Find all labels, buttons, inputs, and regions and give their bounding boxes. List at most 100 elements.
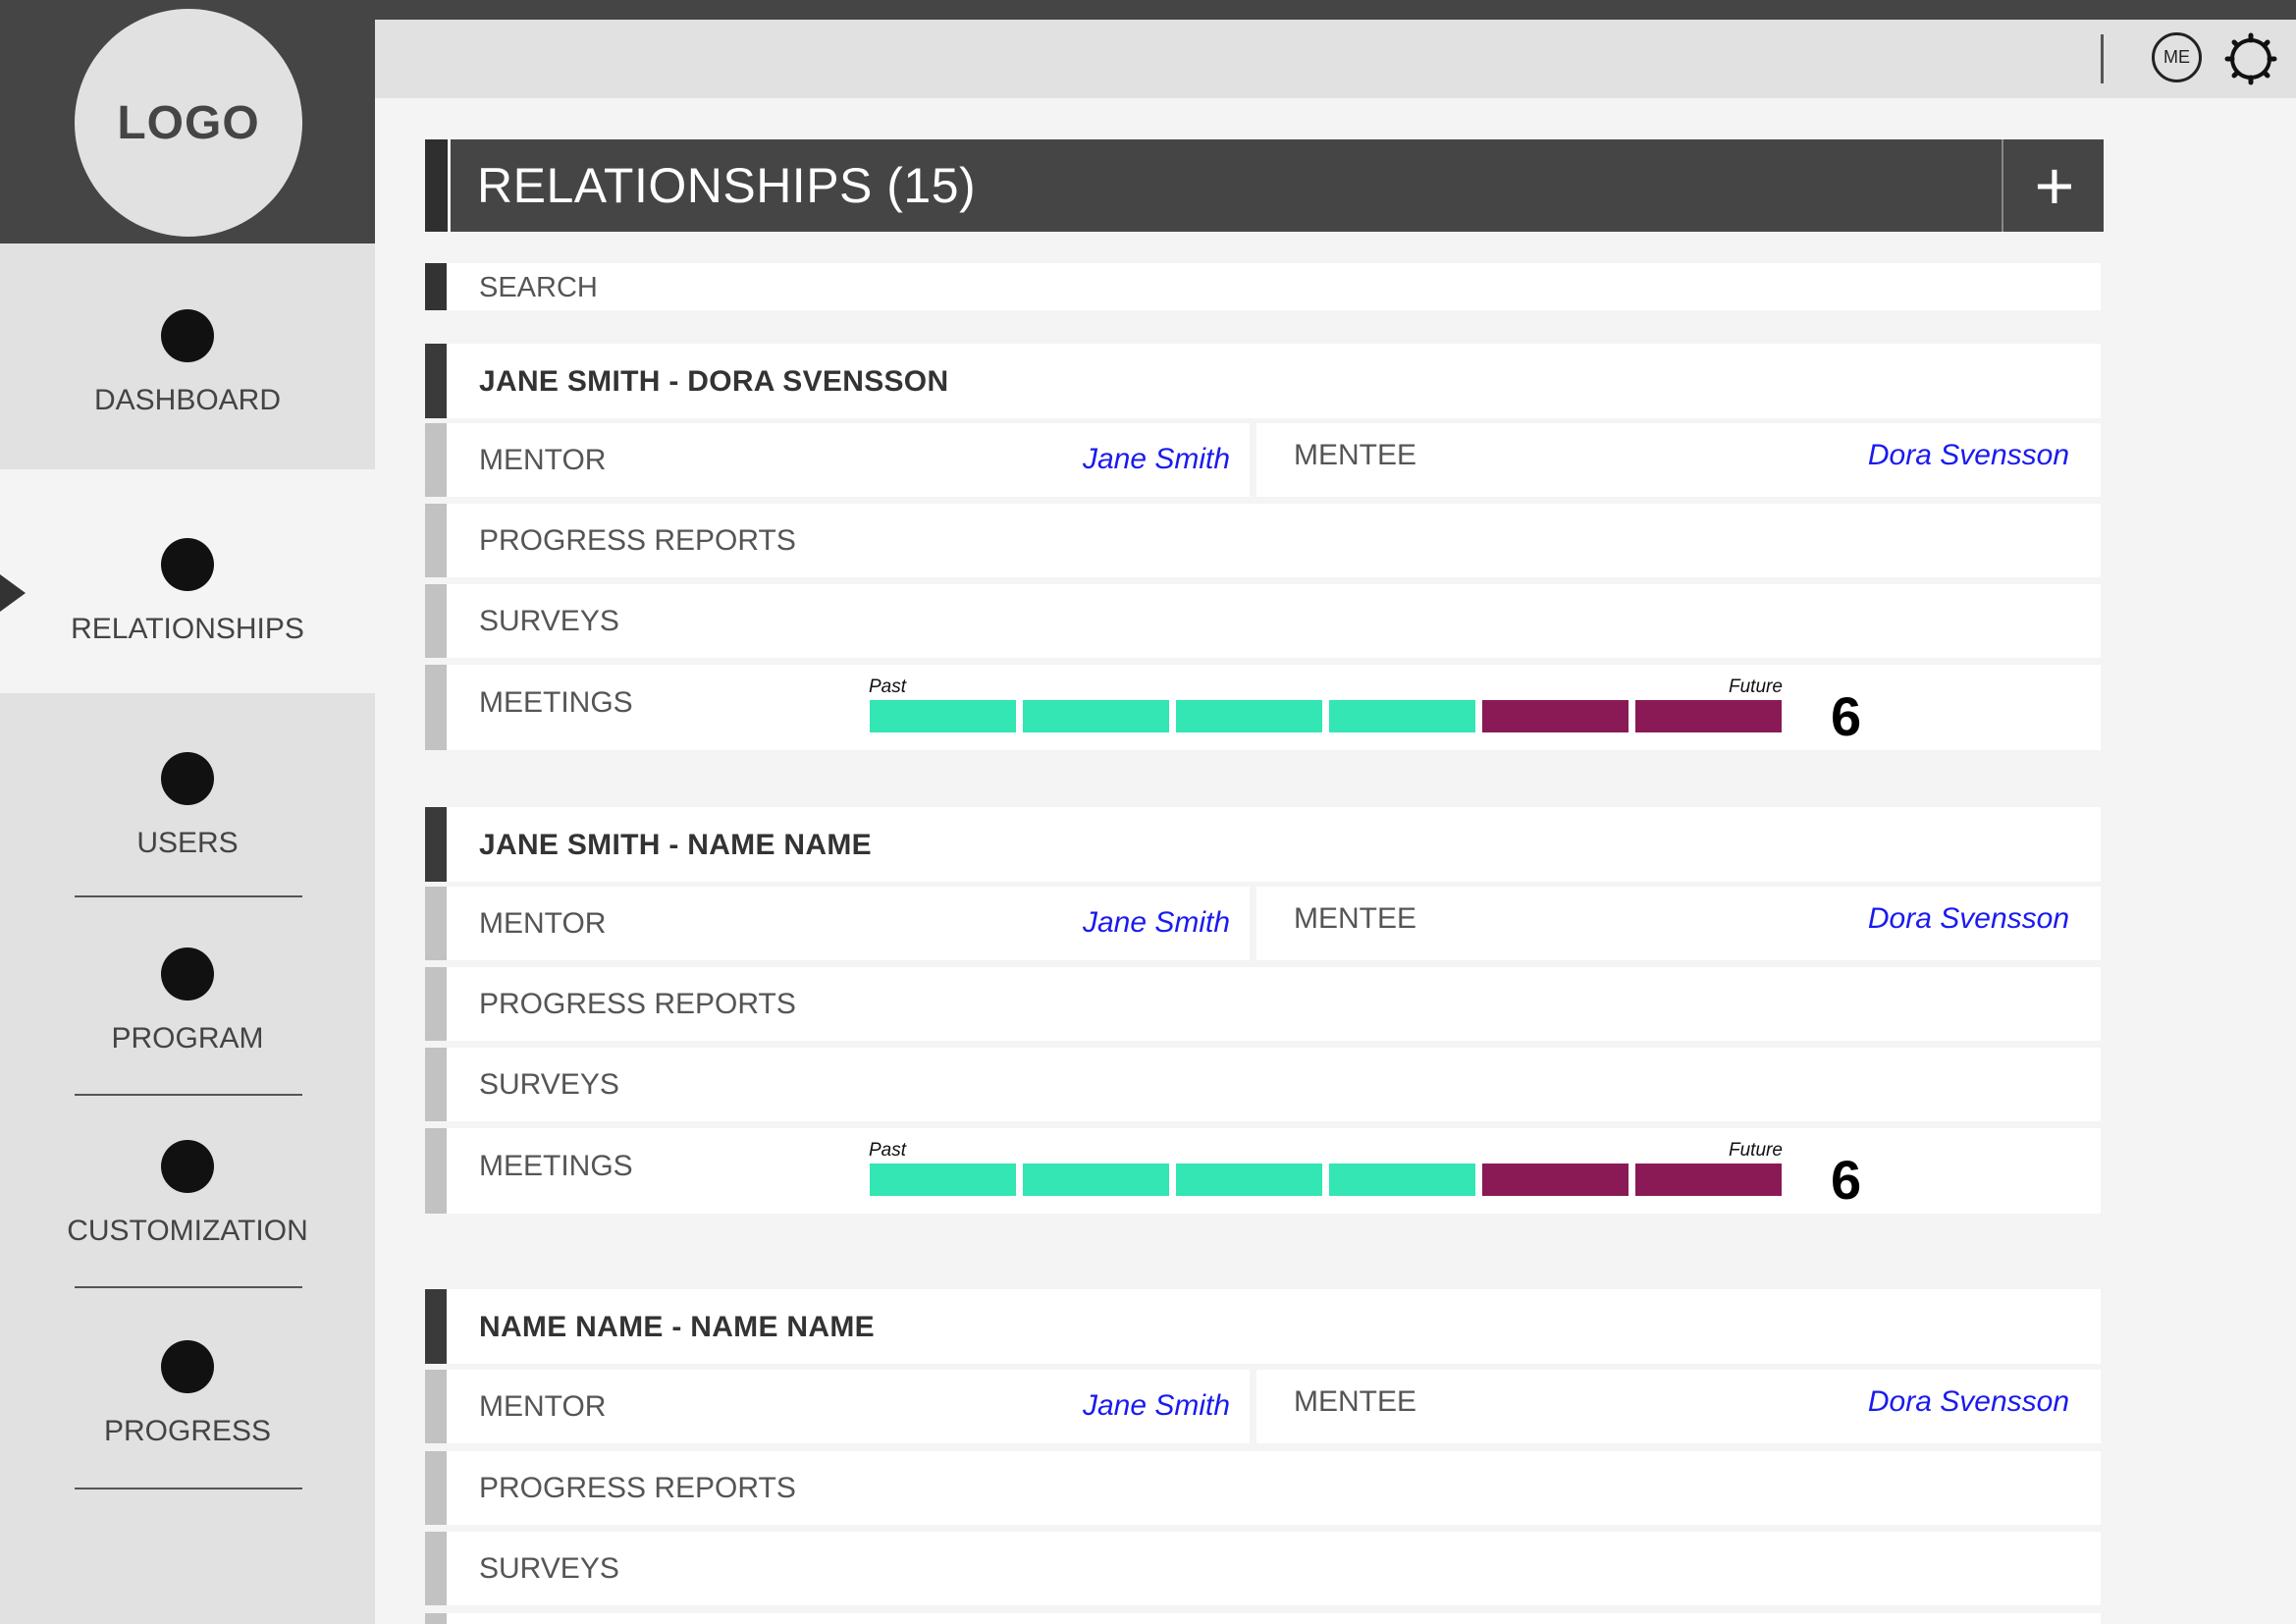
row-edge [425, 1370, 447, 1443]
mentee-label: MENTEE [1294, 1385, 1417, 1418]
row-edge [425, 344, 447, 418]
row-edge [425, 1048, 447, 1121]
surveys-row[interactable]: SURVEYS [425, 1048, 2101, 1121]
past-meeting-segment[interactable] [1023, 700, 1169, 732]
mentee-label: MENTEE [1294, 439, 1417, 471]
row-split [1250, 423, 1256, 497]
mentor-mentee-row: MENTOR Jane Smith MENTEE Dora Svensson [425, 423, 2101, 497]
meetings-row[interactable]: MEETINGS Past Future 6 [425, 665, 2101, 750]
row-edge [425, 1289, 447, 1364]
next-row-peek [425, 1613, 2101, 1624]
sidebar-item-progress[interactable]: PROGRESS [0, 1288, 375, 1488]
future-meeting-segment[interactable] [1635, 700, 1782, 732]
page-title-bar: RELATIONSHIPS (15) + [425, 139, 2104, 232]
logo[interactable]: LOGO [75, 9, 302, 237]
row-edge [425, 1451, 447, 1525]
sidebar-item-label: CUSTOMIZATION [67, 1215, 308, 1247]
mentor-mentee-row: MENTOR Jane Smith MENTEE Dora Svensson [425, 887, 2101, 960]
row-edge [425, 1532, 447, 1605]
row-split [1250, 1370, 1256, 1443]
sidebar-item-relationships[interactable]: RELATIONSHIPS [0, 469, 375, 693]
add-relationship-button[interactable]: + [2002, 139, 2106, 232]
search-input[interactable]: SEARCH [425, 263, 2101, 310]
row-edge [425, 967, 447, 1041]
meetings-label: MEETINGS [479, 686, 633, 719]
mentor-label: MENTOR [479, 444, 607, 476]
past-meeting-segment[interactable] [1329, 1164, 1475, 1196]
surveys-row[interactable]: SURVEYS [425, 584, 2101, 658]
title-bar-edge [425, 139, 451, 232]
mentor-link[interactable]: Jane Smith [1083, 1389, 1230, 1423]
sidebar-item-dashboard[interactable]: DASHBOARD [0, 244, 375, 469]
gear-icon[interactable] [2224, 32, 2277, 85]
past-meeting-segment[interactable] [1023, 1164, 1169, 1196]
past-meeting-segment[interactable] [1329, 700, 1475, 732]
progress-reports-label: PROGRESS REPORTS [479, 988, 796, 1020]
circle-icon [161, 752, 214, 805]
sidebar-item-label: DASHBOARD [93, 384, 282, 416]
circle-icon [161, 1140, 214, 1193]
header-divider [2101, 34, 2104, 83]
relationship-header[interactable]: JANE SMITH - DORA SVENSSON [425, 344, 2101, 418]
meetings-count: 6 [1831, 1149, 1862, 1211]
sidebar-item-label: PROGRESS [103, 1415, 272, 1447]
sidebar-item-program[interactable]: PROGRAM [0, 897, 375, 1094]
mentee-link[interactable]: Dora Svensson [1868, 902, 2069, 936]
circle-icon [161, 947, 214, 1001]
surveys-label: SURVEYS [479, 1068, 619, 1101]
search-label: SEARCH [479, 272, 598, 303]
future-meeting-segment[interactable] [1635, 1164, 1782, 1196]
sidebar-item-label: PROGRAM [111, 1022, 264, 1055]
circle-icon [161, 1340, 214, 1393]
past-meeting-segment[interactable] [1176, 1164, 1322, 1196]
relationship-title: JANE SMITH - NAME NAME [479, 829, 872, 861]
progress-reports-row[interactable]: PROGRESS REPORTS [425, 504, 2101, 577]
future-meeting-segment[interactable] [1482, 700, 1629, 732]
search-edge [425, 263, 447, 310]
row-split [1250, 887, 1256, 960]
page-title: RELATIONSHIPS (15) [477, 158, 977, 213]
sidebar-item-users[interactable]: USERS [0, 693, 375, 895]
mentee-link[interactable]: Dora Svensson [1868, 1385, 2069, 1419]
mentor-link[interactable]: Jane Smith [1083, 906, 1230, 940]
meetings-count: 6 [1831, 685, 1862, 747]
row-edge [425, 1128, 447, 1214]
row-edge [425, 665, 447, 750]
header-bar [375, 20, 2296, 98]
past-label: Past [869, 677, 907, 697]
mentee-label: MENTEE [1294, 902, 1417, 935]
surveys-label: SURVEYS [479, 1552, 619, 1585]
row-edge [425, 423, 447, 497]
mentee-link[interactable]: Dora Svensson [1868, 439, 2069, 472]
mentor-label: MENTOR [479, 1390, 607, 1423]
past-meeting-segment[interactable] [870, 700, 1016, 732]
active-indicator-icon [0, 574, 26, 612]
surveys-row[interactable]: SURVEYS [425, 1532, 2101, 1605]
future-label: Future [1729, 677, 1783, 697]
circle-icon [161, 538, 214, 591]
circle-icon [161, 309, 214, 362]
future-meeting-segment[interactable] [1482, 1164, 1629, 1196]
mentor-link[interactable]: Jane Smith [1083, 443, 1230, 476]
sidebar-item-label: USERS [136, 827, 239, 859]
row-edge [425, 887, 447, 960]
past-meeting-segment[interactable] [1176, 700, 1322, 732]
sidebar-item-customization[interactable]: CUSTOMIZATION [0, 1096, 375, 1286]
row-edge [425, 807, 447, 882]
relationship-header[interactable]: NAME NAME - NAME NAME [425, 1289, 2101, 1364]
sidebar: LOGO DASHBOARD RELATIONSHIPS USERS PROGR… [0, 0, 375, 1624]
progress-reports-label: PROGRESS REPORTS [479, 524, 796, 557]
meetings-row[interactable]: MEETINGS Past Future 6 [425, 1128, 2101, 1214]
sidebar-item-label: RELATIONSHIPS [71, 613, 304, 645]
logo-band: LOGO [0, 0, 375, 244]
row-edge [425, 504, 447, 577]
avatar[interactable]: ME [2152, 32, 2202, 82]
progress-reports-row[interactable]: PROGRESS REPORTS [425, 967, 2101, 1041]
row-edge [425, 1613, 447, 1624]
past-meeting-segment[interactable] [870, 1164, 1016, 1196]
relationship-header[interactable]: JANE SMITH - NAME NAME [425, 807, 2101, 882]
mentor-mentee-row: MENTOR Jane Smith MENTEE Dora Svensson [425, 1370, 2101, 1443]
progress-reports-row[interactable]: PROGRESS REPORTS [425, 1451, 2101, 1525]
surveys-label: SURVEYS [479, 605, 619, 637]
mentor-label: MENTOR [479, 907, 607, 940]
